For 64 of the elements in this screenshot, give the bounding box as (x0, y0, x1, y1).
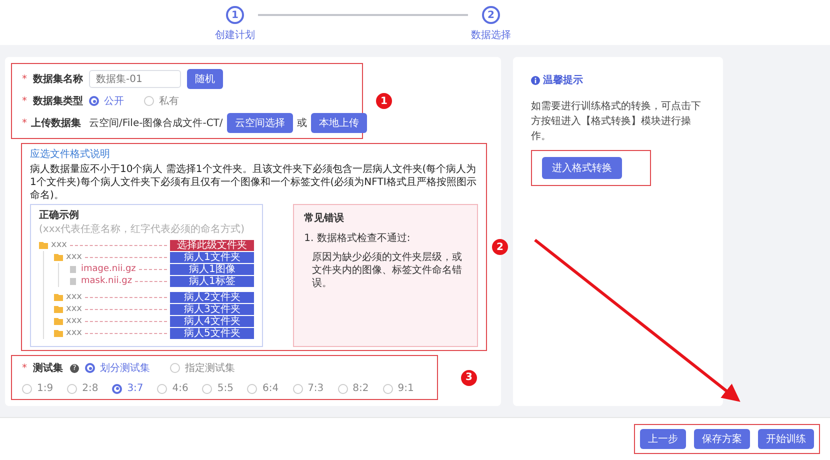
file-name: xxx (51, 240, 67, 250)
tip-title: 温馨提示 (543, 74, 583, 87)
footer-button[interactable]: 开始训练 (758, 429, 814, 449)
field-label: 数据集名称 (33, 72, 83, 86)
radio-option[interactable]: 划分测试集 (85, 361, 150, 375)
annotation-badge: 2 (492, 239, 508, 255)
tree-tag: 病人3文件夹 (170, 304, 254, 314)
file-name: xxx (66, 304, 82, 314)
footer-button[interactable]: 保存方案 (694, 429, 750, 449)
error-reason: 原因为缺少必须的文件夹层级，或文件夹内的图像、标签文件命名错误。 (311, 251, 464, 290)
step-number: 2 (482, 6, 500, 24)
name-input[interactable]: 数据集-01 (89, 70, 181, 88)
radio-option[interactable]: 5:5 (202, 383, 234, 394)
tree-tag: 病人1文件夹 (170, 252, 254, 262)
file-name: mask.nii.gz (81, 276, 132, 286)
format-convert-button[interactable]: 进入格式转换 (542, 157, 622, 179)
radio-option[interactable]: 私有 (144, 94, 179, 108)
field-label: 数据集类型 (33, 94, 83, 108)
field-label: 测试集 (33, 362, 63, 375)
radio-option[interactable]: 2:8 (67, 383, 98, 394)
random-button[interactable]: 随机 (187, 69, 223, 89)
example-note: (xxx代表任意名称，红字代表必须的命名方式) (39, 222, 246, 236)
example-title: 正确示例 (39, 208, 80, 222)
tree-tag: 病人1图像 (170, 264, 254, 274)
radio-option[interactable]: 指定测试集 (170, 361, 235, 375)
annotation-badge: 1 (376, 93, 392, 109)
file-name: xxx (66, 252, 82, 262)
tree-tag: 病人1标签 (170, 276, 254, 286)
file-name: xxx (66, 316, 82, 326)
cloud-select-button[interactable]: 云空间选择 (226, 113, 293, 133)
radio-option[interactable]: 6:4 (247, 383, 279, 394)
required-mark: * (22, 74, 27, 84)
file-name: xxx (66, 328, 82, 338)
format-help-link[interactable]: 应选文件格式说明 (30, 147, 478, 161)
step-number: 1 (226, 6, 244, 24)
required-mark: * (22, 96, 27, 106)
footer-button[interactable]: 上一步 (640, 429, 686, 449)
tree-tag: 选择此级文件夹 (170, 240, 254, 250)
separator-text: 或 (296, 116, 307, 130)
required-mark: * (22, 362, 27, 374)
tree-tag: 病人4文件夹 (170, 316, 254, 326)
radio-option[interactable]: 8:2 (338, 383, 369, 394)
required-mark: * (22, 118, 27, 128)
radio-option[interactable]: 1:9 (22, 383, 54, 394)
radio-option[interactable]: 9:1 (382, 383, 414, 394)
file-name: xxx (66, 292, 82, 302)
local-upload-button[interactable]: 本地上传 (310, 113, 367, 133)
step-label: 数据选择 (471, 28, 511, 42)
tree-tag: 病人5文件夹 (170, 328, 254, 338)
info-icon (531, 76, 540, 84)
error-heading: 1. 数据格式检查不通过: (304, 232, 412, 245)
upload-path: 云空间/File-图像合成文件-CT/ (89, 116, 223, 130)
tip-text: 如需要进行训练格式的转换，可点击下方按钮进入【格式转换】模块进行操作。 (531, 100, 702, 144)
error-title: 常见错误 (304, 212, 346, 225)
tree-tag: 病人2文件夹 (170, 292, 254, 302)
radio-option[interactable]: 4:6 (157, 383, 188, 394)
field-label: 上传数据集 (31, 116, 81, 130)
radio-option[interactable]: 公开 (89, 94, 124, 108)
file-name: image.nii.gz (81, 264, 136, 274)
radio-option[interactable]: 3:7 (112, 383, 144, 394)
format-description: 病人数据量应不小于10个病人 需选择1个文件夹。且该文件夹下必须包含一层病人文件夹(每个病人为1个文件夹)每个病人文件夹下必须有且仅有一个图像和一个标签文件(必须为NFTI格式且严格按照图示命名)。 (30, 163, 478, 202)
step-label: 创建计划 (215, 28, 255, 42)
radio-option[interactable]: 7:3 (292, 383, 324, 394)
annotation-badge: 3 (461, 370, 477, 386)
